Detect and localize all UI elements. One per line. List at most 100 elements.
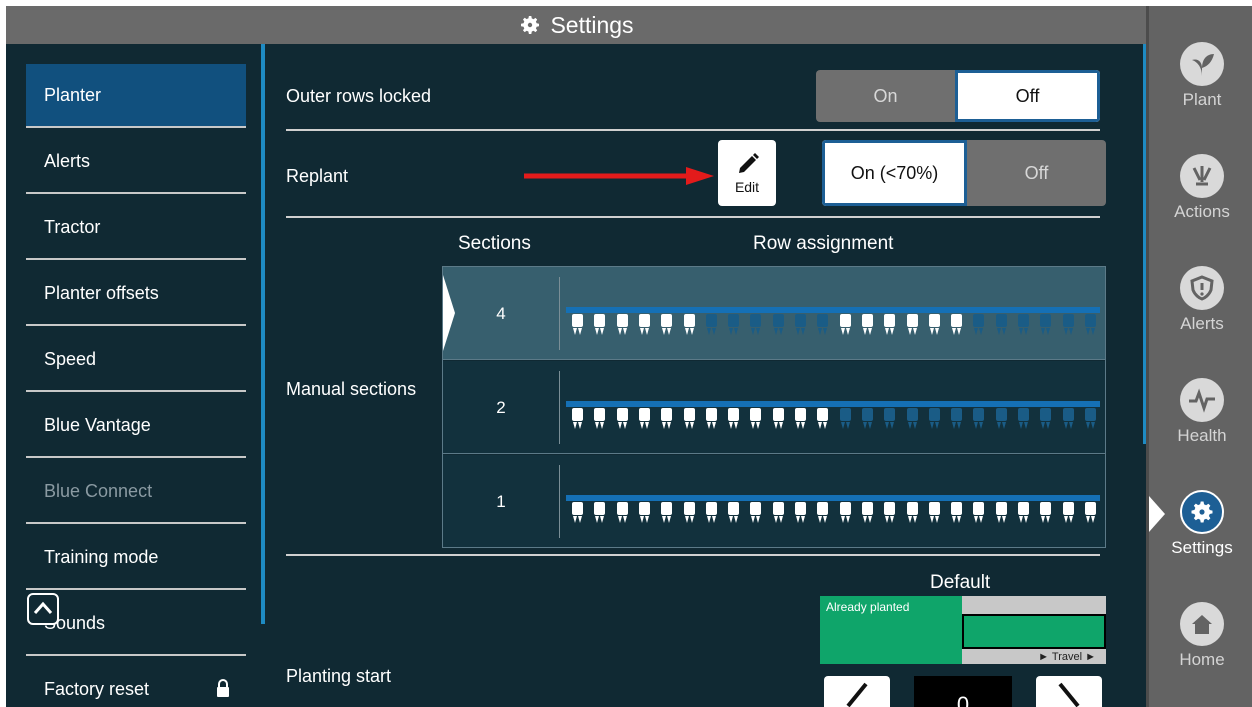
lock-icon [217, 679, 229, 697]
toolbar-bar [566, 307, 1100, 313]
row-unit-inactive [950, 408, 963, 430]
divider [286, 554, 1100, 556]
nav-label: Home [1179, 650, 1225, 669]
nav-item-alerts[interactable]: Alerts [1149, 266, 1252, 376]
row-unit-inactive [1062, 408, 1075, 430]
row-unit-inactive [727, 314, 740, 336]
replant-toggle[interactable]: On (<70%) Off [822, 140, 1106, 206]
outer-rows-label: Outer rows locked [286, 86, 432, 106]
row-unit-inactive [1039, 314, 1052, 336]
row-unit-active [593, 408, 606, 430]
row-unit-active [1039, 502, 1052, 524]
planting-start-value[interactable]: 0 [914, 676, 1012, 707]
sidebar-item-blue-connect[interactable]: Blue Connect [26, 460, 246, 524]
row-unit-active [995, 502, 1008, 524]
row-unit-active [928, 314, 941, 336]
separator [559, 277, 560, 350]
section-option-2[interactable]: 2 [443, 361, 1105, 454]
sidebar-item-blue-vantage[interactable]: Blue Vantage [26, 394, 246, 458]
section-option-1[interactable]: 1 [443, 455, 1105, 548]
sidebar-item-label: Tractor [44, 216, 101, 237]
row-unit-active [906, 502, 919, 524]
decrease-button[interactable] [824, 676, 890, 707]
separator [559, 465, 560, 538]
chevron-up-icon [33, 601, 53, 614]
section-count: 1 [496, 491, 506, 511]
row-unit-active [861, 502, 874, 524]
row-unit-active [950, 502, 963, 524]
row-unit-active [660, 314, 673, 336]
outer-rows-off-option[interactable]: Off [955, 70, 1100, 122]
row-unit-active [616, 502, 629, 524]
row-unit-active [705, 502, 718, 524]
section-count: 4 [496, 303, 506, 323]
edit-button[interactable]: Edit [718, 140, 776, 206]
row-unit-active [839, 502, 852, 524]
sidebar-scrollbar[interactable] [261, 44, 265, 624]
row-unit-inactive [749, 314, 762, 336]
option-label: On [873, 85, 898, 106]
nav-label: Health [1177, 426, 1227, 445]
row-unit-inactive [995, 314, 1008, 336]
nav-item-home[interactable]: Home [1149, 602, 1252, 707]
sidebar-item-tractor[interactable]: Tractor [26, 196, 246, 260]
row-unit-inactive [861, 408, 874, 430]
row-unit-active [772, 502, 785, 524]
toolbar-bar [566, 495, 1100, 501]
increase-button[interactable] [1036, 676, 1102, 707]
row-unit-inactive [883, 408, 896, 430]
row-unit-active [883, 314, 896, 336]
actions-icon [1180, 154, 1224, 198]
row-unit-active [683, 408, 696, 430]
nav-item-actions[interactable]: Actions [1149, 154, 1252, 264]
outer-rows-toggle[interactable]: On Off [816, 70, 1100, 122]
right-nav: Plant Actions Alerts Health Settings Hom… [1146, 6, 1252, 707]
row-unit-active [883, 502, 896, 524]
row-unit-active [772, 408, 785, 430]
sidebar-item-factory-reset[interactable]: Factory reset [26, 658, 246, 707]
sidebar-item-sounds[interactable]: Sounds [26, 592, 246, 656]
row-unit-active [839, 314, 852, 336]
sidebar-item-label: Factory reset [44, 678, 150, 699]
outer-rows-on-option[interactable]: On [816, 70, 955, 122]
row-unit-inactive [794, 314, 807, 336]
planting-start-diagram: Already planted ► Travel ► [820, 596, 1106, 664]
nav-item-settings[interactable]: Settings [1149, 490, 1252, 600]
row-unit-active [571, 314, 584, 336]
row-unit-active [571, 408, 584, 430]
row-unit-inactive [995, 408, 1008, 430]
row-unit-active [705, 408, 718, 430]
row-unit-active [928, 502, 941, 524]
default-label: Default [930, 572, 991, 593]
row-unit-active [749, 408, 762, 430]
row-unit-active [1062, 502, 1075, 524]
gear-icon [1180, 490, 1224, 534]
sidebar-item-alerts[interactable]: Alerts [26, 130, 246, 194]
row-unit-active [616, 408, 629, 430]
edit-label: Edit [734, 179, 760, 195]
row-unit-active [638, 408, 651, 430]
row-unit-active [972, 502, 985, 524]
row-unit-active [816, 502, 829, 524]
sidebar-item-planter-offsets[interactable]: Planter offsets [26, 262, 246, 326]
sidebar-item-speed[interactable]: Speed [26, 328, 246, 392]
row-unit-active [683, 314, 696, 336]
nav-item-plant[interactable]: Plant [1149, 42, 1252, 152]
replant-off-option[interactable]: Off [967, 140, 1106, 206]
sidebar-item-planter[interactable]: Planter [26, 64, 246, 128]
section-option-4[interactable]: 4 [443, 267, 1105, 360]
chevron-right-icon [1058, 682, 1080, 707]
replant-on-option[interactable]: On (<70%) [822, 140, 967, 206]
row-unit-inactive [816, 314, 829, 336]
row-unit-active [950, 314, 963, 336]
sidebar-item-label: Speed [44, 348, 97, 369]
already-planted-label: Already planted [826, 600, 910, 614]
nav-item-health[interactable]: Health [1149, 378, 1252, 488]
separator [559, 371, 560, 444]
row-unit-active [638, 314, 651, 336]
sidebar-item-training-mode[interactable]: Training mode [26, 526, 246, 590]
red-arrow-annotation [524, 167, 714, 185]
collapse-button[interactable] [27, 593, 59, 625]
home-icon [1180, 602, 1224, 646]
row-unit-active [861, 314, 874, 336]
